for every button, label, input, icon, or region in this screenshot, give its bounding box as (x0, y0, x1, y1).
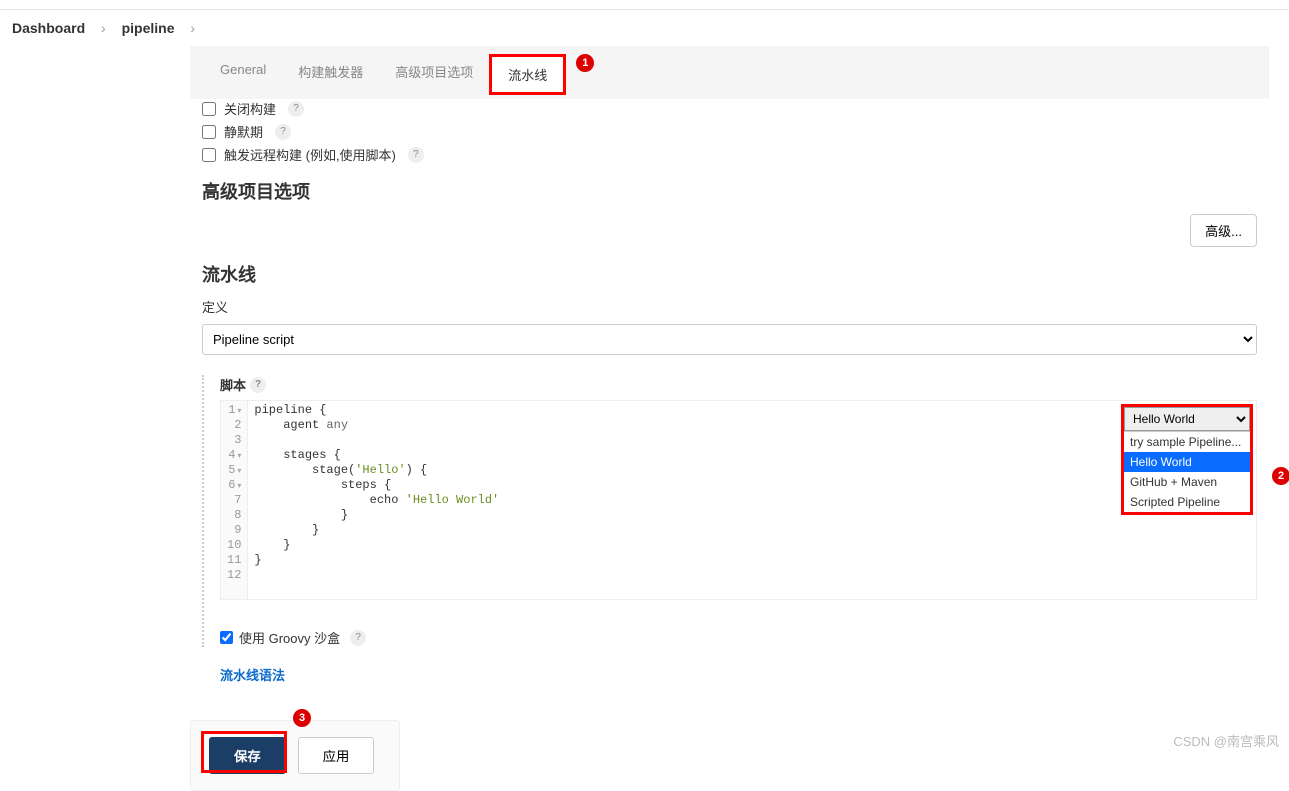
config-tabs: General 构建触发器 高级项目选项 流水线 1 (190, 54, 1269, 95)
main-content: General 构建触发器 高级项目选项 流水线 1 关闭构建 ? 静默期 ? … (190, 46, 1269, 714)
help-icon[interactable]: ? (288, 101, 304, 117)
sample-opt-hello[interactable]: Hello World (1124, 452, 1250, 472)
breadcrumb-sep: › (101, 20, 106, 36)
editor-code[interactable]: pipeline { agent any stages { stage('Hel… (248, 401, 1256, 599)
help-icon[interactable]: ? (408, 147, 424, 163)
script-label: 脚本 ? (220, 375, 1257, 394)
script-editor[interactable]: 123 456 789 101112 pipeline { agent any … (220, 400, 1257, 600)
definition-label: 定义 (202, 297, 1257, 316)
annotation-3: 3 (293, 709, 311, 727)
sample-options-list: try sample Pipeline... Hello World GitHu… (1124, 431, 1250, 512)
annotation-2: 2 (1272, 467, 1289, 485)
tab-build-triggers[interactable]: 构建触发器 (282, 54, 379, 95)
breadcrumb-pipeline[interactable]: pipeline (122, 20, 175, 36)
checkbox-remote-trigger[interactable] (202, 148, 216, 162)
row-quiet-period: 静默期 ? (202, 122, 1257, 141)
sample-opt-scripted[interactable]: Scripted Pipeline (1124, 492, 1250, 512)
annotation-1: 1 (576, 54, 594, 72)
tab-advanced-options[interactable]: 高级项目选项 (379, 54, 489, 95)
pipeline-syntax-link[interactable]: 流水线语法 (220, 668, 285, 683)
sample-opt-github[interactable]: GitHub + Maven (1124, 472, 1250, 492)
advanced-section-title: 高级项目选项 (202, 178, 1257, 204)
label-disable-build: 关闭构建 (224, 99, 276, 118)
advanced-button[interactable]: 高级... (1190, 214, 1257, 247)
breadcrumb-dashboard[interactable]: Dashboard (12, 20, 85, 36)
row-disable-build: 关闭构建 ? (202, 99, 1257, 118)
label-remote-trigger: 触发远程构建 (例如,使用脚本) (224, 145, 396, 164)
help-icon[interactable]: ? (250, 377, 266, 393)
label-groovy-sandbox: 使用 Groovy 沙盒 (239, 628, 340, 647)
help-icon[interactable]: ? (350, 630, 366, 646)
breadcrumb-sep: › (190, 20, 195, 36)
definition-select[interactable]: Pipeline script (202, 324, 1257, 355)
pipeline-section-title: 流水线 (202, 261, 1257, 287)
breadcrumb: Dashboard › pipeline › (0, 10, 1289, 46)
sample-pipeline-dropdown: Hello World try sample Pipeline... Hello… (1121, 404, 1253, 515)
row-remote-trigger: 触发远程构建 (例如,使用脚本) ? (202, 145, 1257, 164)
sample-opt-try[interactable]: try sample Pipeline... (1124, 432, 1250, 452)
checkbox-disable-build[interactable] (202, 102, 216, 116)
watermark: CSDN @南宫乘风 (1173, 731, 1279, 750)
top-bar (0, 0, 1289, 10)
script-block: 脚本 ? 123 456 789 101112 pipeline { agent… (202, 375, 1257, 647)
tab-general[interactable]: General (204, 54, 282, 95)
checkbox-quiet-period[interactable] (202, 125, 216, 139)
tab-pipeline[interactable]: 流水线 (489, 54, 566, 95)
checkbox-groovy-sandbox[interactable] (220, 631, 233, 644)
editor-gutter: 123 456 789 101112 (221, 401, 248, 599)
help-icon[interactable]: ? (275, 124, 291, 140)
label-quiet-period: 静默期 (224, 122, 263, 141)
groovy-sandbox-row: 使用 Groovy 沙盒 ? (220, 628, 1257, 647)
sample-select[interactable]: Hello World (1124, 407, 1250, 431)
